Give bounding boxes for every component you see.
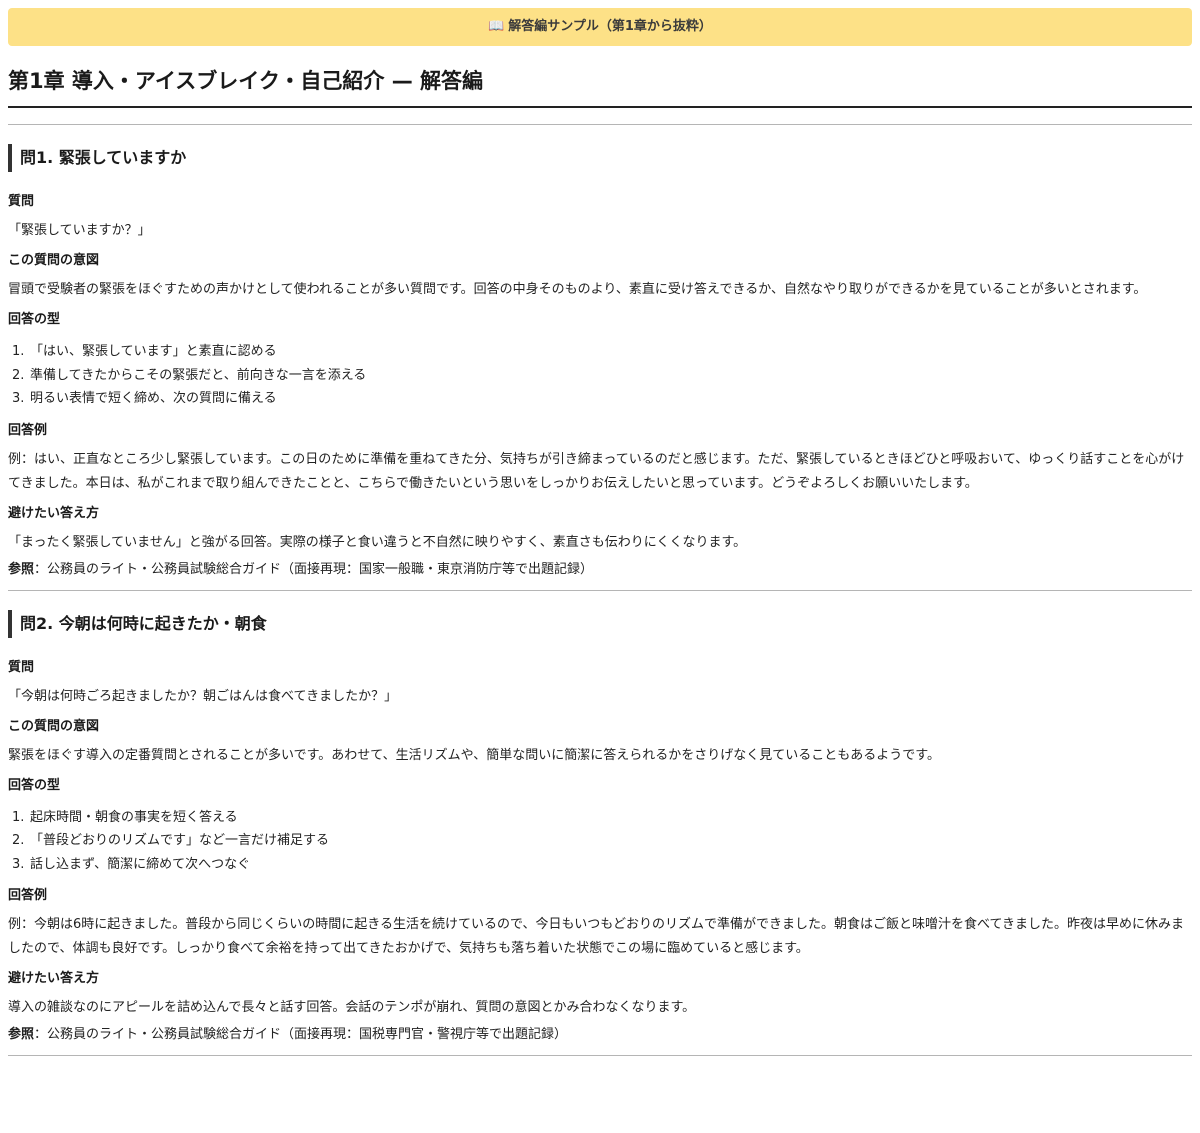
avoid-text: 「まったく緊張していません」と強がる回答。実際の様子と食い違うと不自然に映りやす… xyxy=(8,534,747,550)
reference-text: ：公務員のライト・公務員試験総合ガイド（面接再現：国家一般職・東京消防庁等で出題… xyxy=(34,561,594,577)
avoid-label: 避けたい答え方 xyxy=(8,971,100,986)
avoid-text: 導入の雑談なのにアピールを詰め込んで長々と話す回答。会話のテンポが崩れ、質問の意… xyxy=(8,1000,696,1015)
divider xyxy=(8,124,1192,125)
question-text: 「緊張していますか？」 xyxy=(8,223,151,238)
reference: 参照：公務員のライト・公務員試験総合ガイド（面接再現：国税専門官・警視庁等で出題… xyxy=(8,1023,1192,1047)
intent-text: 緊張をほぐす導入の定番質問とされることが多いです。あわせて、生活リズムや、簡単な… xyxy=(8,747,940,763)
list-item: 2. 準備してきたからこその緊張だと、前向きな一言を添える xyxy=(12,367,367,383)
divider xyxy=(8,1055,1192,1056)
example-label: 回答例 xyxy=(8,888,48,903)
banner-text: 解答編サンプル（第1章から抜粋） xyxy=(508,19,712,34)
question-heading: 問2. 今朝は何時に起きたか・朝食 xyxy=(8,609,1192,638)
reference-text: ：公務員のライト・公務員試験総合ガイド（面接再現：国税専門官・警視庁等で出題記録… xyxy=(34,1027,568,1042)
reference-label: 参照 xyxy=(8,561,35,577)
example-answer: 例：今朝は6時に起きました。普段から同じくらいの時間に起きる生活を続けているので… xyxy=(8,917,1185,956)
question-label: 質問 xyxy=(8,659,35,675)
reference-label: 参照 xyxy=(8,1027,35,1042)
example-label: 回答例 xyxy=(8,422,48,438)
example-answer: 例：はい、正直なところ少し緊張しています。この日のために準備を重ねてきた分、気持… xyxy=(8,451,1185,491)
question-label: 質問 xyxy=(8,194,35,209)
sample-banner: 📖 解答編サンプル（第1章から抜粋） xyxy=(8,8,1192,46)
list-item: 3. 明るい表情で短く締め、次の質問に備える xyxy=(12,391,277,406)
question-section-1: 問1. 緊張していますか 質問 「緊張していますか？」 この質問の意図 冒頭で受… xyxy=(8,144,1192,591)
question-text: 「今朝は何時ごろ起きましたか？朝ごはんは食べてきましたか？」 xyxy=(8,688,398,704)
reference: 参照：公務員のライト・公務員試験総合ガイド（面接再現：国家一般職・東京消防庁等で… xyxy=(8,558,1192,582)
page-title: 第1章 導入・アイスブレイク・自己紹介 — 解答編 xyxy=(8,66,1192,108)
intent-label: この質問の意図 xyxy=(8,718,100,734)
intent-label: この質問の意図 xyxy=(8,253,100,268)
intent-text: 冒頭で受験者の緊張をほぐすための声かけとして使われることが多い質問です。回答の中… xyxy=(8,282,1147,297)
question-heading: 問1. 緊張していますか xyxy=(8,144,1192,172)
question-section-2: 問2. 今朝は何時に起きたか・朝食 質問 「今朝は何時ごろ起きましたか？朝ごはん… xyxy=(8,609,1192,1056)
avoid-label: 避けたい答え方 xyxy=(8,505,100,521)
answer-pattern-label: 回答の型 xyxy=(8,312,61,327)
list-item: 1. 「はい、緊張しています」と素直に認める xyxy=(12,344,277,359)
answer-pattern-list: 1. 「はい、緊張しています」と素直に認める 2. 準備してきたからこその緊張だと、… xyxy=(8,340,1192,411)
answer-pattern-label: 回答の型 xyxy=(8,777,61,793)
list-item: 1. 起床時間・朝食の事実を短く答える xyxy=(12,809,238,825)
divider xyxy=(8,589,1192,591)
answer-pattern-list: 1. 起床時間・朝食の事実を短く答える 2. 「普段どおりのリズムです」など一言だけ… xyxy=(8,806,1192,877)
open-book-icon: 📖 xyxy=(488,19,505,34)
list-item: 2. 「普段どおりのリズムです」など一言だけ補足する xyxy=(12,833,330,848)
page: 📖 解答編サンプル（第1章から抜粋） 第1章 導入・アイスブレイク・自己紹介 — … xyxy=(0,0,1200,1133)
list-item: 3. 話し込まず、簡潔に締めて次へつなぐ xyxy=(12,856,251,872)
